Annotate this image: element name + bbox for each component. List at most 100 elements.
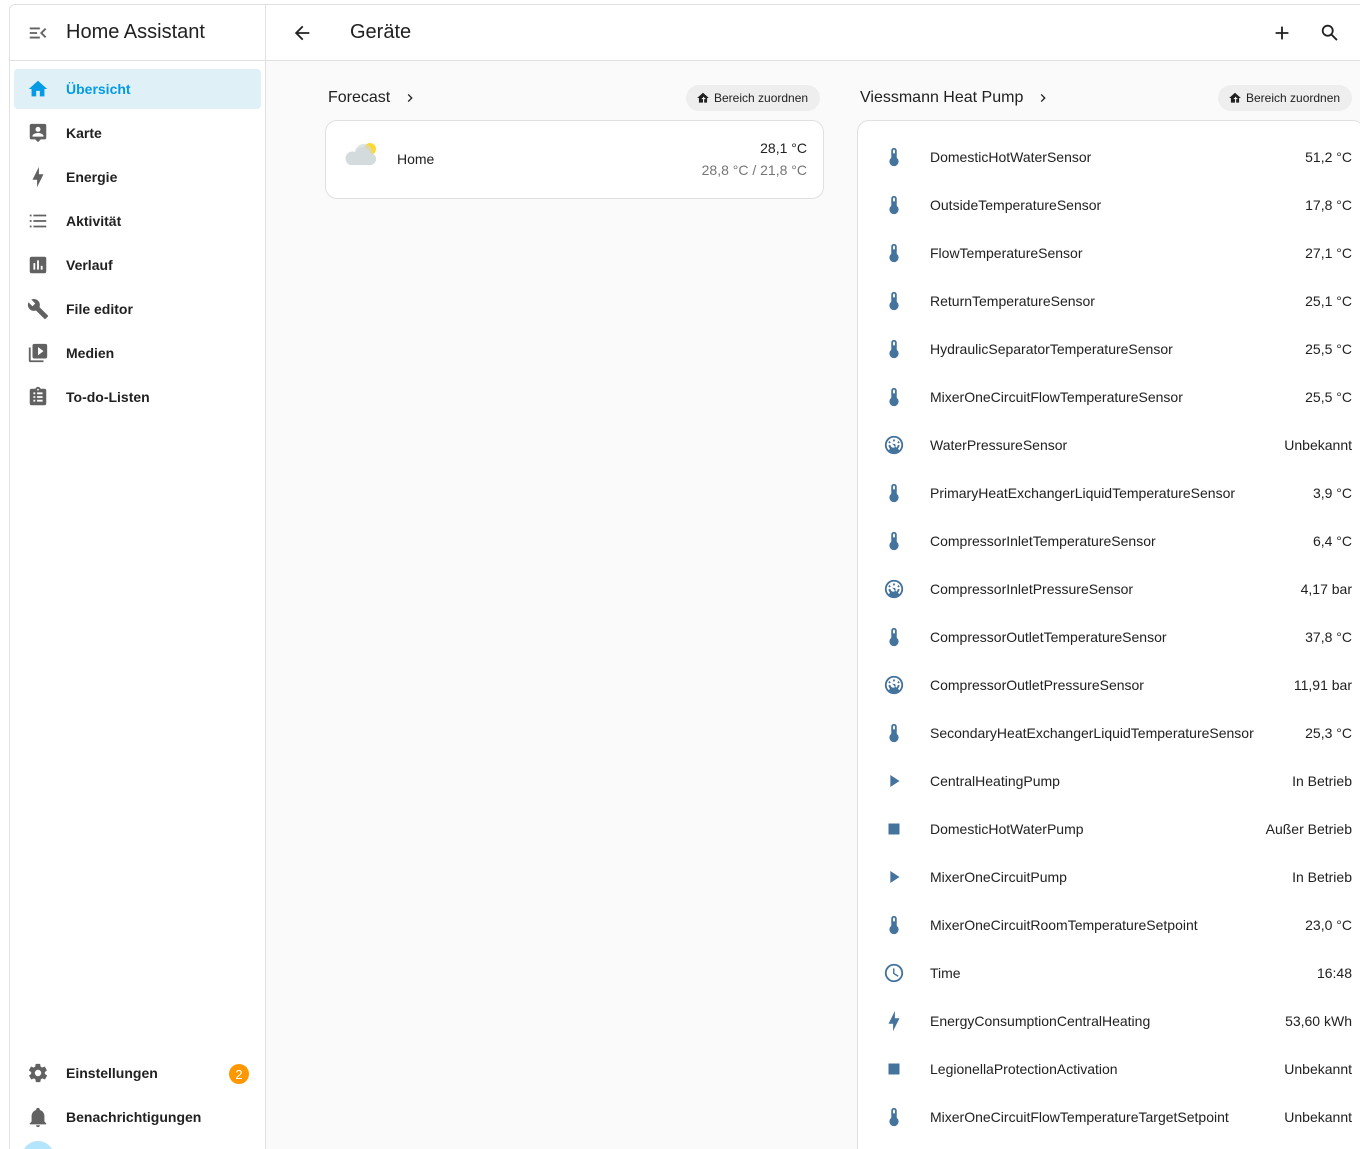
entity-name: OutsideTemperatureSensor (930, 197, 1102, 213)
search-icon (1321, 24, 1338, 41)
lightning-bolt-icon (14, 166, 62, 188)
forecast-temperature: 28,1 °C (760, 140, 807, 156)
format-list-bulleted-icon (14, 210, 62, 232)
entity-value: 25,1 °C (1305, 293, 1352, 309)
sidebar-item-todo[interactable]: To-do-Listen (14, 377, 261, 417)
sidebar-item-label: Karte (66, 125, 102, 141)
entity-value: Unbekannt (1284, 437, 1352, 453)
entity-name: CompressorInletTemperatureSensor (930, 533, 1156, 549)
sidebar-item-label: Aktivität (66, 213, 122, 229)
entity-row[interactable]: MixerOneCircuitRoomTemperatureSetpoint 23… (858, 901, 1360, 949)
entity-name: MixerOneCircuitPump (930, 869, 1067, 885)
entity-value: 27,1 °C (1305, 245, 1352, 261)
sidebar-item-history[interactable]: Verlauf (14, 245, 261, 285)
search-button[interactable] (1306, 9, 1354, 57)
entity-name: CompressorOutletPressureSensor (930, 677, 1144, 693)
assign-label: Bereich zuordnen (1246, 91, 1341, 105)
main-content: Geräte Forecast Bereich zuordnen Home 28… (266, 5, 1360, 1149)
entity-value: 3,9 °C (1312, 485, 1352, 501)
assign-label: Bereich zuordnen (714, 91, 809, 105)
sidebar-item-overview[interactable]: Übersicht (14, 69, 261, 109)
heatpump-header[interactable]: Viessmann Heat Pump (860, 89, 1051, 107)
entity-row[interactable]: PrimaryHeatExchangerLiquidTemperatureSen… (858, 469, 1360, 517)
entity-name: Time (930, 965, 961, 981)
thermometer-icon (858, 482, 930, 504)
entity-row[interactable]: MixerOneCircuitFlowTemperatureTargetSetp… (858, 1093, 1360, 1141)
sidebar-item-settings[interactable]: Einstellungen 2 (14, 1053, 261, 1093)
entity-row[interactable]: DomesticHotWaterSensor 51,2 °C (858, 133, 1360, 181)
chart-box-icon (14, 254, 62, 276)
heatpump-assign-area-button[interactable]: Bereich zuordnen (1218, 85, 1353, 111)
entity-row[interactable]: CompressorOutletTemperatureSensor 37,8 °C (858, 613, 1360, 661)
sidebar-item-map[interactable]: Karte (14, 113, 261, 153)
entity-row[interactable]: OutsideTemperatureSensor 17,8 °C (858, 181, 1360, 229)
home-plus-icon (697, 92, 709, 103)
entity-row[interactable]: LegionellaProtectionActivation Unbekannt (858, 1045, 1360, 1093)
top-bar: Geräte (266, 5, 1360, 61)
sidebar-item-label: Verlauf (66, 257, 113, 273)
entity-name: EnergyConsumptionCentralHeating (930, 1013, 1151, 1029)
map-account-icon (14, 122, 62, 144)
entity-row[interactable]: MixerOneCircuitPump In Betrieb (858, 853, 1360, 901)
entity-row[interactable]: ReturnTemperatureSensor 25,1 °C (858, 277, 1360, 325)
entity-row[interactable]: HydraulicSeparatorTemperatureSensor 25,5 … (858, 325, 1360, 373)
forecast-range: 28,8 °C / 21,8 °C (701, 162, 807, 178)
entity-row[interactable]: FlowTemperatureSensor 27,1 °C (858, 229, 1360, 277)
back-button[interactable] (278, 9, 326, 57)
home-plus-icon (1229, 92, 1241, 103)
sidebar-item-label: Übersicht (66, 81, 131, 97)
entity-value: 25,3 °C (1305, 725, 1352, 741)
gauge-icon (858, 674, 930, 696)
forecast-name: Home (397, 151, 435, 167)
forecast-card[interactable]: Home 28,1 °C 28,8 °C / 21,8 °C (325, 120, 824, 199)
entity-value: Unbekannt (1284, 1061, 1352, 1077)
sidebar: Home Assistant Übersicht Karte Energie A… (10, 5, 266, 1149)
bell-icon (14, 1106, 62, 1128)
entity-row[interactable]: CompressorInletPressureSensor 4,17 bar (858, 565, 1360, 613)
entity-row[interactable]: CentralHeatingPump In Betrieb (858, 757, 1360, 805)
thermometer-icon (858, 242, 930, 264)
gauge-icon (858, 434, 930, 456)
entity-row[interactable]: SecondaryHeatExchangerLiquidTemperatureS… (858, 709, 1360, 757)
thermometer-icon (858, 1106, 930, 1128)
forecast-header[interactable]: Forecast (328, 89, 418, 107)
entity-row[interactable]: Time 16:48 (858, 949, 1360, 997)
sidebar-header: Home Assistant (10, 5, 265, 61)
entity-row[interactable]: DomesticHotWaterPump Außer Betrieb (858, 805, 1360, 853)
forecast-assign-area-button[interactable]: Bereich zuordnen (686, 85, 821, 111)
entity-value: 37,8 °C (1305, 629, 1352, 645)
entity-value: 4,17 bar (1300, 581, 1352, 597)
sidebar-item-media[interactable]: Medien (14, 333, 261, 373)
add-button[interactable] (1258, 9, 1306, 57)
entity-value: 25,5 °C (1305, 341, 1352, 357)
entity-row[interactable]: CompressorOutletPressureSensor 11,91 bar (858, 661, 1360, 709)
sidebar-item-label: To-do-Listen (66, 389, 150, 405)
page-title: Geräte (350, 21, 412, 43)
sidebar-item-label: Medien (66, 345, 115, 361)
entity-name: SecondaryHeatExchangerLiquidTemperatureS… (930, 725, 1254, 741)
entity-row[interactable]: WaterPressureSensor Unbekannt (858, 421, 1360, 469)
avatar[interactable] (22, 1141, 54, 1149)
entity-name: PrimaryHeatExchangerLiquidTemperatureSen… (930, 485, 1236, 501)
sidebar-item-energy[interactable]: Energie (14, 157, 261, 197)
clock-icon (858, 962, 930, 984)
thermometer-icon (858, 722, 930, 744)
play-icon (858, 866, 930, 888)
stop-icon (858, 1058, 930, 1080)
thermometer-icon (858, 530, 930, 552)
clipboard-list-icon (14, 386, 62, 408)
partly-cloudy-icon (344, 139, 380, 174)
forecast-title: Forecast (328, 89, 391, 106)
entity-row[interactable]: CompressorInletTemperatureSensor 6,4 °C (858, 517, 1360, 565)
sidebar-item-activity[interactable]: Aktivität (14, 201, 261, 241)
wrench-icon (14, 298, 62, 320)
entity-value: 17,8 °C (1305, 197, 1352, 213)
entity-value: 23,0 °C (1305, 917, 1352, 933)
entity-name: CentralHeatingPump (930, 773, 1060, 789)
entity-row[interactable]: MixerOneCircuitFlowTemperatureSensor 25,5… (858, 373, 1360, 421)
settings-badge: 2 (229, 1064, 249, 1084)
entity-row[interactable]: EnergyConsumptionCentralHeating 53,60 kWh (858, 997, 1360, 1045)
sidebar-item-notifications[interactable]: Benachrichtigungen (14, 1097, 261, 1137)
sidebar-item-file-editor[interactable]: File editor (14, 289, 261, 329)
menu-collapse-icon[interactable] (10, 5, 66, 61)
